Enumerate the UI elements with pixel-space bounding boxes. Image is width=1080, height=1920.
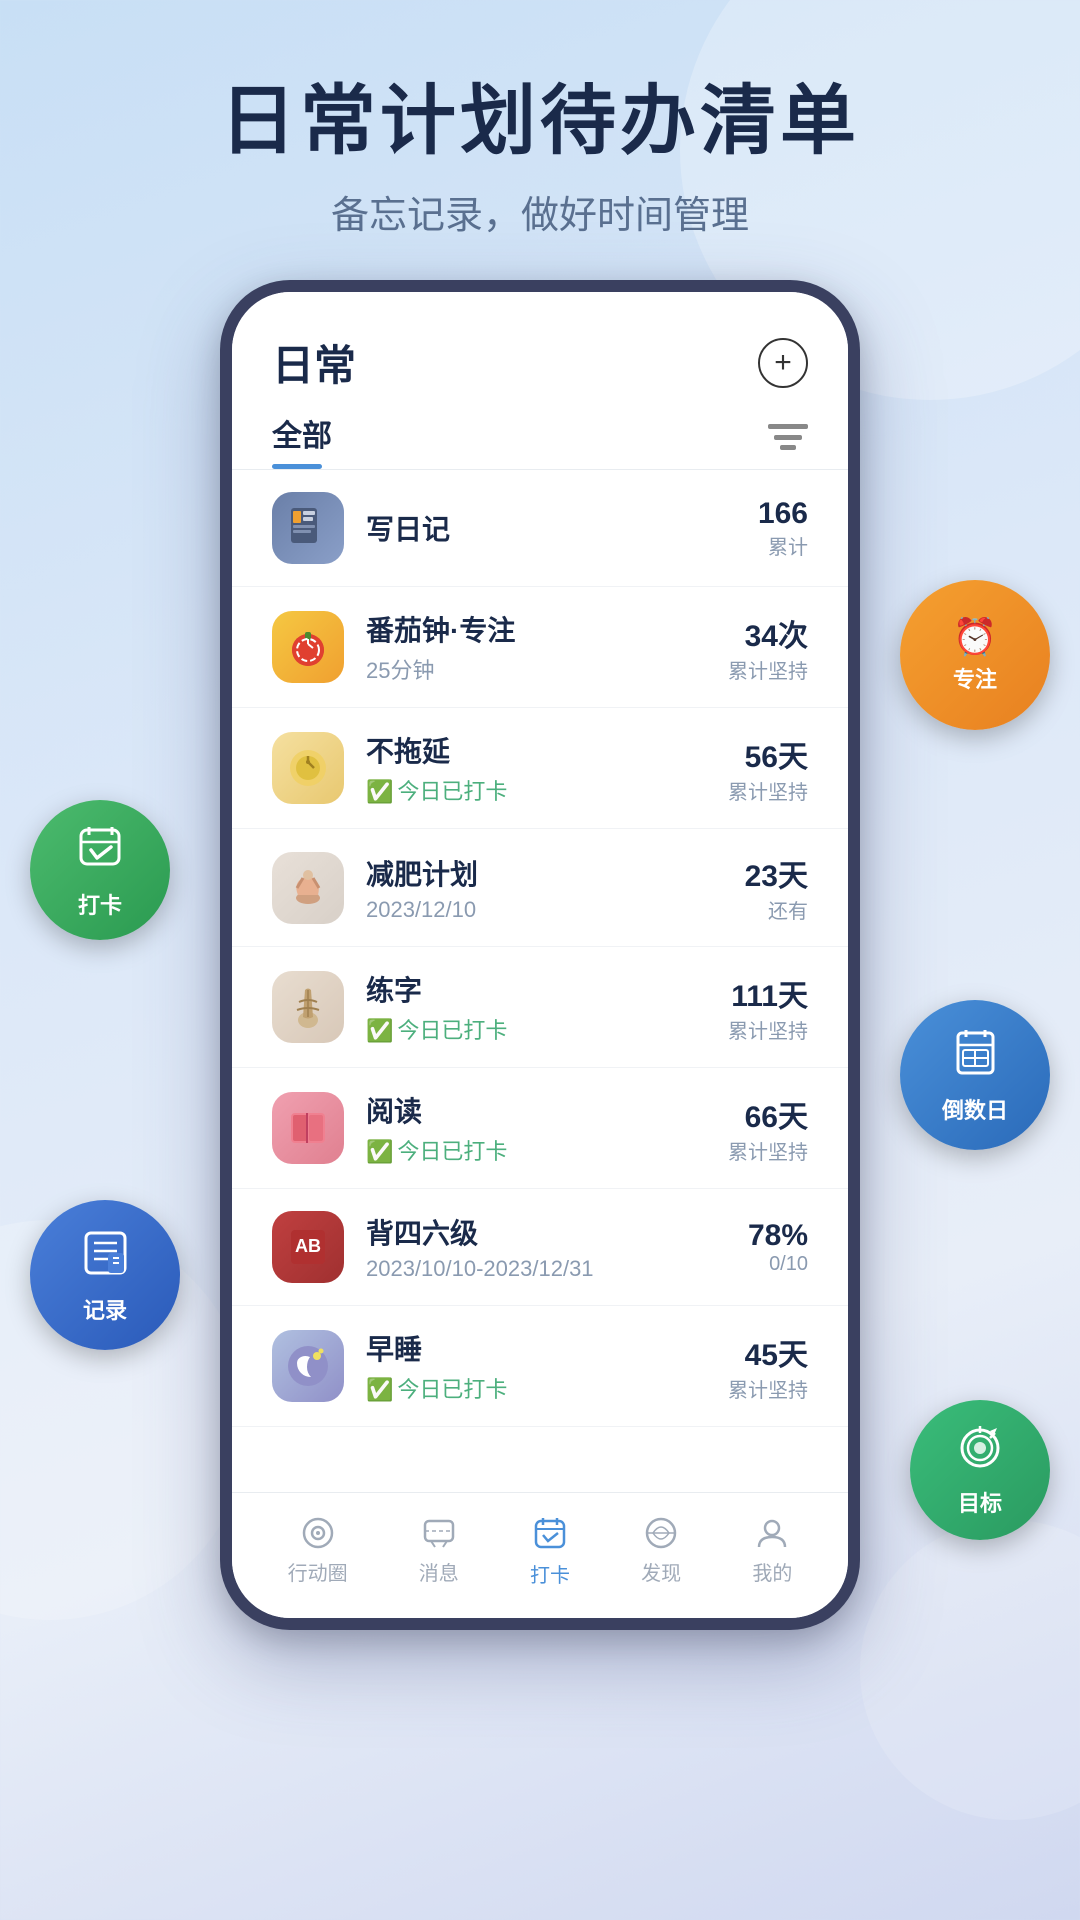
nav-label-action: 行动圈 bbox=[288, 1557, 348, 1586]
task-name-procr: 不拖延 bbox=[366, 730, 706, 770]
svg-text:AB: AB bbox=[295, 1236, 321, 1256]
nav-message[interactable]: 消息 bbox=[419, 1515, 459, 1586]
task-sub-weight: 2023/12/10 bbox=[366, 897, 723, 923]
badge-focus[interactable]: ⏰ 专注 bbox=[900, 580, 1050, 730]
task-sub-sleep: ✅今日已打卡 bbox=[366, 1372, 706, 1404]
task-sub-tomato: 25分钟 bbox=[366, 653, 706, 685]
target-label: 目标 bbox=[958, 1486, 1002, 1518]
task-stat-sleep: 45天 累计坚持 bbox=[728, 1330, 808, 1403]
task-item[interactable]: 练字 ✅今日已打卡 111天 累计坚持 bbox=[232, 947, 848, 1068]
badge-target[interactable]: 目标 bbox=[910, 1400, 1050, 1540]
filter-icon[interactable] bbox=[768, 422, 808, 459]
task-stat-tomato: 34次 累计坚持 bbox=[728, 611, 808, 684]
task-item[interactable]: 不拖延 ✅今日已打卡 56天 累计坚持 bbox=[232, 708, 848, 829]
nav-label-discover: 发现 bbox=[641, 1557, 681, 1586]
task-stat-reading: 66天 累计坚持 bbox=[728, 1092, 808, 1165]
task-sub-english: 2023/10/10-2023/12/31 bbox=[366, 1256, 726, 1282]
countdown-icon bbox=[948, 1025, 1003, 1089]
task-info-tomato: 番茄钟·专注 25分钟 bbox=[366, 609, 706, 685]
task-item[interactable]: AB 背四六级 2023/10/10-2023/12/31 78% 0/10 bbox=[232, 1189, 848, 1306]
nav-label-checkin: 打卡 bbox=[530, 1559, 570, 1588]
task-icon-reading bbox=[272, 1092, 344, 1164]
focus-label: 专注 bbox=[953, 662, 997, 694]
checkin-icon bbox=[73, 820, 128, 884]
task-name-reading: 阅读 bbox=[366, 1090, 706, 1130]
focus-icon: ⏰ bbox=[953, 616, 998, 658]
task-stat-weight: 23天 还有 bbox=[745, 851, 808, 924]
task-stat-procr: 56天 累计坚持 bbox=[728, 732, 808, 805]
task-name-calligraphy: 练字 bbox=[366, 969, 706, 1009]
task-name-diary: 写日记 bbox=[366, 508, 736, 548]
tab-bar: 全部 bbox=[232, 393, 848, 470]
nav-action[interactable]: 行动圈 bbox=[288, 1515, 348, 1586]
app-title: 日常 bbox=[272, 332, 356, 393]
phone-mockup: 日常 + 全部 bbox=[220, 280, 860, 1630]
task-stat-english: 78% 0/10 bbox=[748, 1219, 808, 1276]
task-info-calligraphy: 练字 ✅今日已打卡 bbox=[366, 969, 706, 1045]
task-icon-weight bbox=[272, 852, 344, 924]
task-icon-tomato bbox=[272, 611, 344, 683]
task-icon-diary bbox=[272, 492, 344, 564]
task-item[interactable]: 减肥计划 2023/12/10 23天 还有 bbox=[232, 829, 848, 947]
task-stat-calligraphy: 111天 累计坚持 bbox=[728, 971, 808, 1044]
task-info-sleep: 早睡 ✅今日已打卡 bbox=[366, 1328, 706, 1404]
record-icon bbox=[78, 1225, 133, 1289]
badge-checkin[interactable]: 打卡 bbox=[30, 800, 170, 940]
task-name-tomato: 番茄钟·专注 bbox=[366, 609, 706, 649]
task-stat-diary: 166 累计 bbox=[758, 497, 808, 560]
target-icon bbox=[955, 1423, 1005, 1482]
nav-profile[interactable]: 我的 bbox=[752, 1515, 792, 1586]
task-icon-english: AB bbox=[272, 1211, 344, 1283]
badge-record[interactable]: 记录 bbox=[30, 1200, 180, 1350]
task-item[interactable]: 写日记 166 累计 bbox=[232, 470, 848, 587]
task-sub-reading: ✅今日已打卡 bbox=[366, 1134, 706, 1166]
task-sub-calligraphy: ✅今日已打卡 bbox=[366, 1013, 706, 1045]
task-icon-procr bbox=[272, 732, 344, 804]
tab-all[interactable]: 全部 bbox=[272, 411, 332, 469]
checkin-label: 打卡 bbox=[78, 888, 122, 920]
badge-countdown[interactable]: 倒数日 bbox=[900, 1000, 1050, 1150]
task-item[interactable]: 番茄钟·专注 25分钟 34次 累计坚持 bbox=[232, 587, 848, 708]
task-info-procr: 不拖延 ✅今日已打卡 bbox=[366, 730, 706, 806]
nav-label-message: 消息 bbox=[419, 1557, 459, 1586]
main-title: 日常计划待办清单 bbox=[0, 80, 1080, 164]
nav-label-profile: 我的 bbox=[752, 1557, 792, 1586]
task-name-english: 背四六级 bbox=[366, 1212, 726, 1252]
nav-discover[interactable]: 发现 bbox=[641, 1515, 681, 1586]
task-name-weight: 减肥计划 bbox=[366, 853, 723, 893]
nav-checkin[interactable]: 打卡 bbox=[530, 1513, 570, 1588]
app-header: 日常 + bbox=[232, 292, 848, 393]
task-info-english: 背四六级 2023/10/10-2023/12/31 bbox=[366, 1212, 726, 1282]
bottom-nav: 行动圈 消息 bbox=[232, 1492, 848, 1618]
task-list: 写日记 166 累计 bbox=[232, 470, 848, 1492]
task-item[interactable]: 阅读 ✅今日已打卡 66天 累计坚持 bbox=[232, 1068, 848, 1189]
task-icon-calligraphy bbox=[272, 971, 344, 1043]
countdown-label: 倒数日 bbox=[942, 1093, 1008, 1125]
task-icon-sleep bbox=[272, 1330, 344, 1402]
sub-title: 备忘记录，做好时间管理 bbox=[0, 184, 1080, 239]
task-item[interactable]: 早睡 ✅今日已打卡 45天 累计坚持 bbox=[232, 1306, 848, 1427]
record-label: 记录 bbox=[83, 1293, 127, 1325]
task-sub-procr: ✅今日已打卡 bbox=[366, 774, 706, 806]
task-info-diary: 写日记 bbox=[366, 508, 736, 548]
add-button[interactable]: + bbox=[758, 338, 808, 388]
task-info-reading: 阅读 ✅今日已打卡 bbox=[366, 1090, 706, 1166]
task-info-weight: 减肥计划 2023/12/10 bbox=[366, 853, 723, 923]
task-name-sleep: 早睡 bbox=[366, 1328, 706, 1368]
